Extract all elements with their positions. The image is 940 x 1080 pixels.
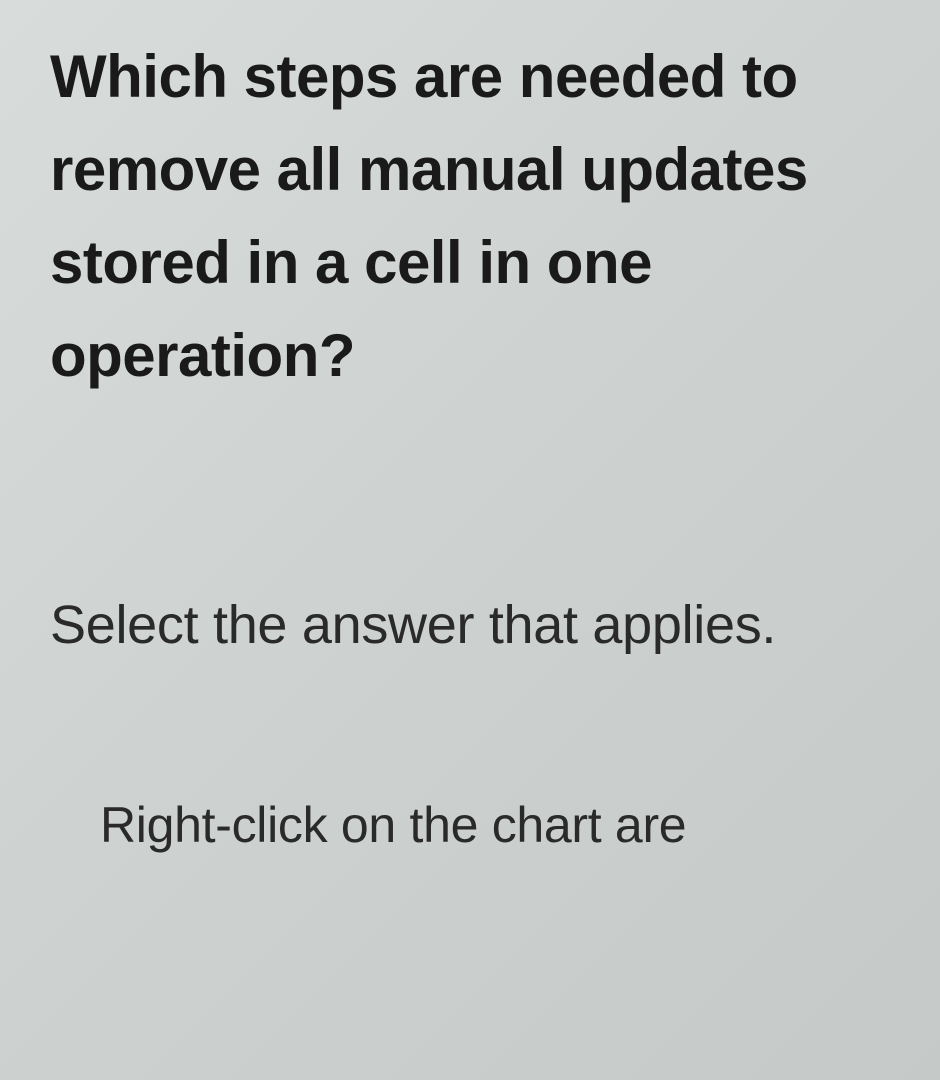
question-text: Which steps are needed to remove all man…: [50, 30, 900, 402]
answer-option-1[interactable]: Right-click on the chart are: [100, 788, 900, 863]
instruction-text: Select the answer that applies.: [50, 582, 900, 668]
